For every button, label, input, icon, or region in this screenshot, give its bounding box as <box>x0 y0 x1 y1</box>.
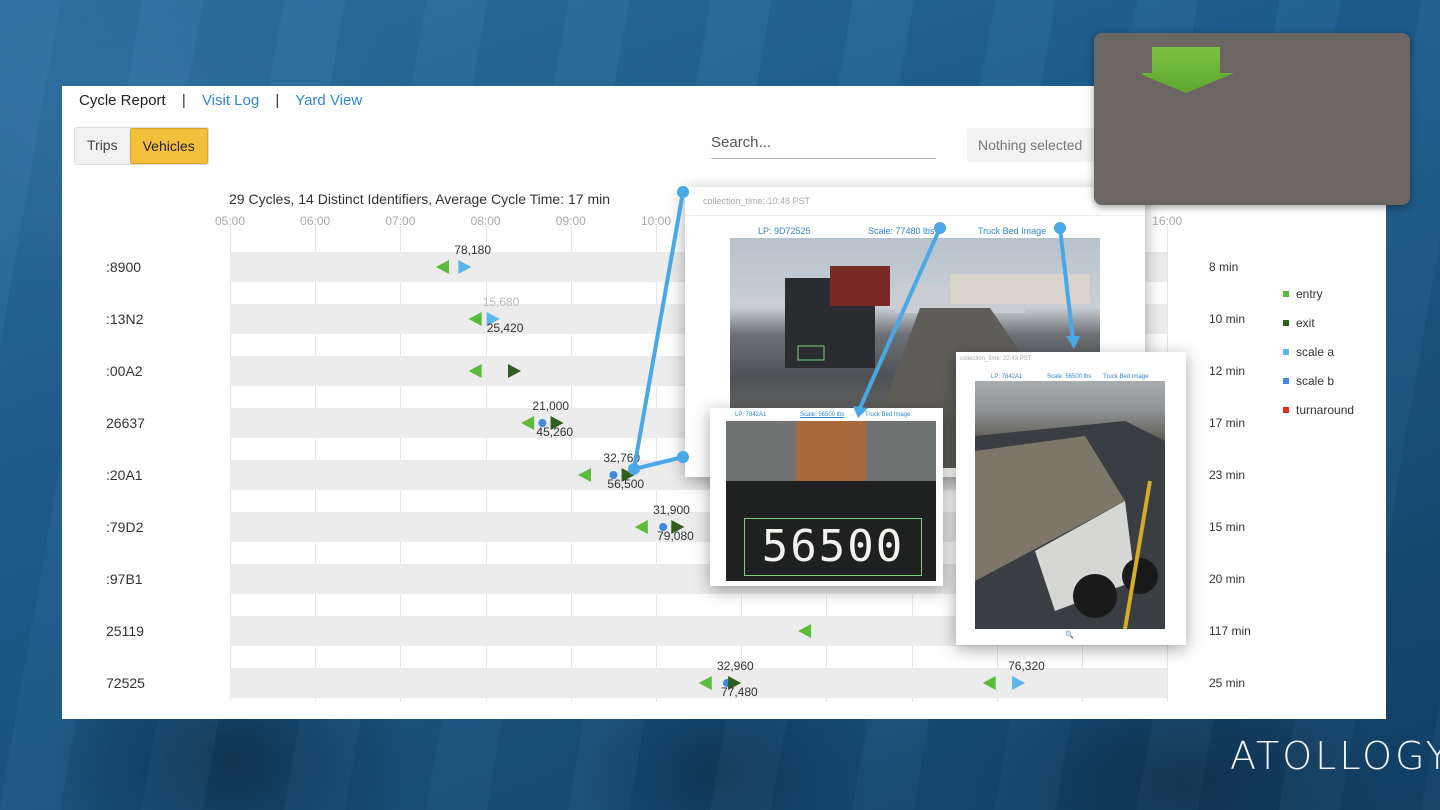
weight-label: 21,000 <box>532 399 570 413</box>
collection-time: collection_time: 22:43 PST <box>960 356 1032 362</box>
truck-bed-image-link[interactable]: Truck Bed Image <box>865 412 910 418</box>
legend-swatch <box>1283 319 1289 326</box>
weight-label: 56,500 <box>607 477 645 491</box>
legend-label: scale a <box>1296 344 1335 359</box>
event-marker-entry[interactable] <box>521 416 535 430</box>
legend-item: scale b <box>1283 366 1354 395</box>
scale-label: Scale: 56500 lbs <box>1047 374 1092 380</box>
truck-bed-image-link[interactable]: Truck Bed Image <box>978 226 1046 236</box>
snapshot-bed: collection_time: 22:43 PST LP: 7842A1 Sc… <box>956 352 1186 645</box>
weight-label: 45,260 <box>536 425 574 439</box>
event-marker-scale-a[interactable] <box>1012 676 1026 690</box>
legend-item: entry <box>1283 279 1354 308</box>
event-marker-entry[interactable] <box>634 520 648 534</box>
event-marker-entry[interactable] <box>436 260 449 274</box>
truck-wheel <box>1122 558 1158 594</box>
weight-label: 25,420 <box>486 321 524 335</box>
snapshot-scale: LP: 7842A1 Scale: 56500 lbs Truck Bed Im… <box>710 408 943 586</box>
down-arrow-icon <box>1142 47 1234 93</box>
event-marker-scale-a[interactable] <box>458 260 472 274</box>
building <box>950 274 1090 304</box>
weight-label: 77,480 <box>721 685 758 699</box>
truck-bed-image-link[interactable]: Truck Bed Image <box>1103 374 1148 380</box>
weight-label: 79,080 <box>657 529 694 543</box>
scale-post <box>796 421 866 491</box>
legend-swatch <box>1283 348 1289 355</box>
event-marker-entry[interactable] <box>798 624 812 638</box>
event-marker-entry[interactable] <box>468 364 482 378</box>
legend-label: turnaround <box>1296 402 1355 417</box>
event-marker-exit[interactable] <box>508 364 521 378</box>
truck-hood <box>830 266 890 306</box>
legend-item: exit <box>1283 308 1354 337</box>
event-marker-entry[interactable] <box>468 312 482 326</box>
weight-label: 32,760 <box>603 451 641 465</box>
zoom-icon[interactable]: 🔍 <box>1065 631 1074 639</box>
event-marker-entry[interactable] <box>698 676 712 690</box>
weight-label: 78,180 <box>454 243 491 257</box>
scale-readout: 56500 <box>744 518 922 576</box>
truck-bed-illustration <box>975 421 1165 630</box>
divider <box>685 215 1145 216</box>
legend-item: turnaround <box>1283 395 1354 424</box>
legend-swatch <box>1283 290 1289 297</box>
legend-label: scale b <box>1296 373 1335 388</box>
weight-label: 15,680 <box>482 295 520 309</box>
event-marker-entry[interactable] <box>578 468 591 482</box>
weight-label: 76,320 <box>1008 659 1045 673</box>
event-marker-entry[interactable] <box>982 676 996 690</box>
legend: entry exit scale a scale b turnaround <box>1283 279 1354 424</box>
legend-item: scale a <box>1283 337 1354 366</box>
license-plate-label: LP: 9D72525 <box>758 226 811 236</box>
truck-wheel <box>1073 574 1117 618</box>
legend-label: exit <box>1296 315 1315 330</box>
legend-swatch <box>1283 377 1289 384</box>
weight-label: 31,900 <box>653 503 690 517</box>
gray-callout-box <box>1094 33 1410 205</box>
legend-swatch <box>1283 406 1289 413</box>
license-plate-label: LP: 7842A1 <box>991 374 1023 380</box>
weight-label: 32,960 <box>717 659 754 673</box>
license-plate-label: LP: 7842A1 <box>735 412 767 418</box>
scale-display-image: 56500 <box>726 421 936 581</box>
legend-label: entry <box>1296 286 1323 301</box>
collection-time: collection_time: 10:48 PST <box>703 196 811 206</box>
truck-bed-image <box>975 381 1165 630</box>
scale-label: Scale: 56500 lbs <box>800 412 845 418</box>
atollogy-logo: ATOLLOGY <box>1230 734 1440 778</box>
scale-label: Scale: 77480 lbs <box>868 226 935 236</box>
